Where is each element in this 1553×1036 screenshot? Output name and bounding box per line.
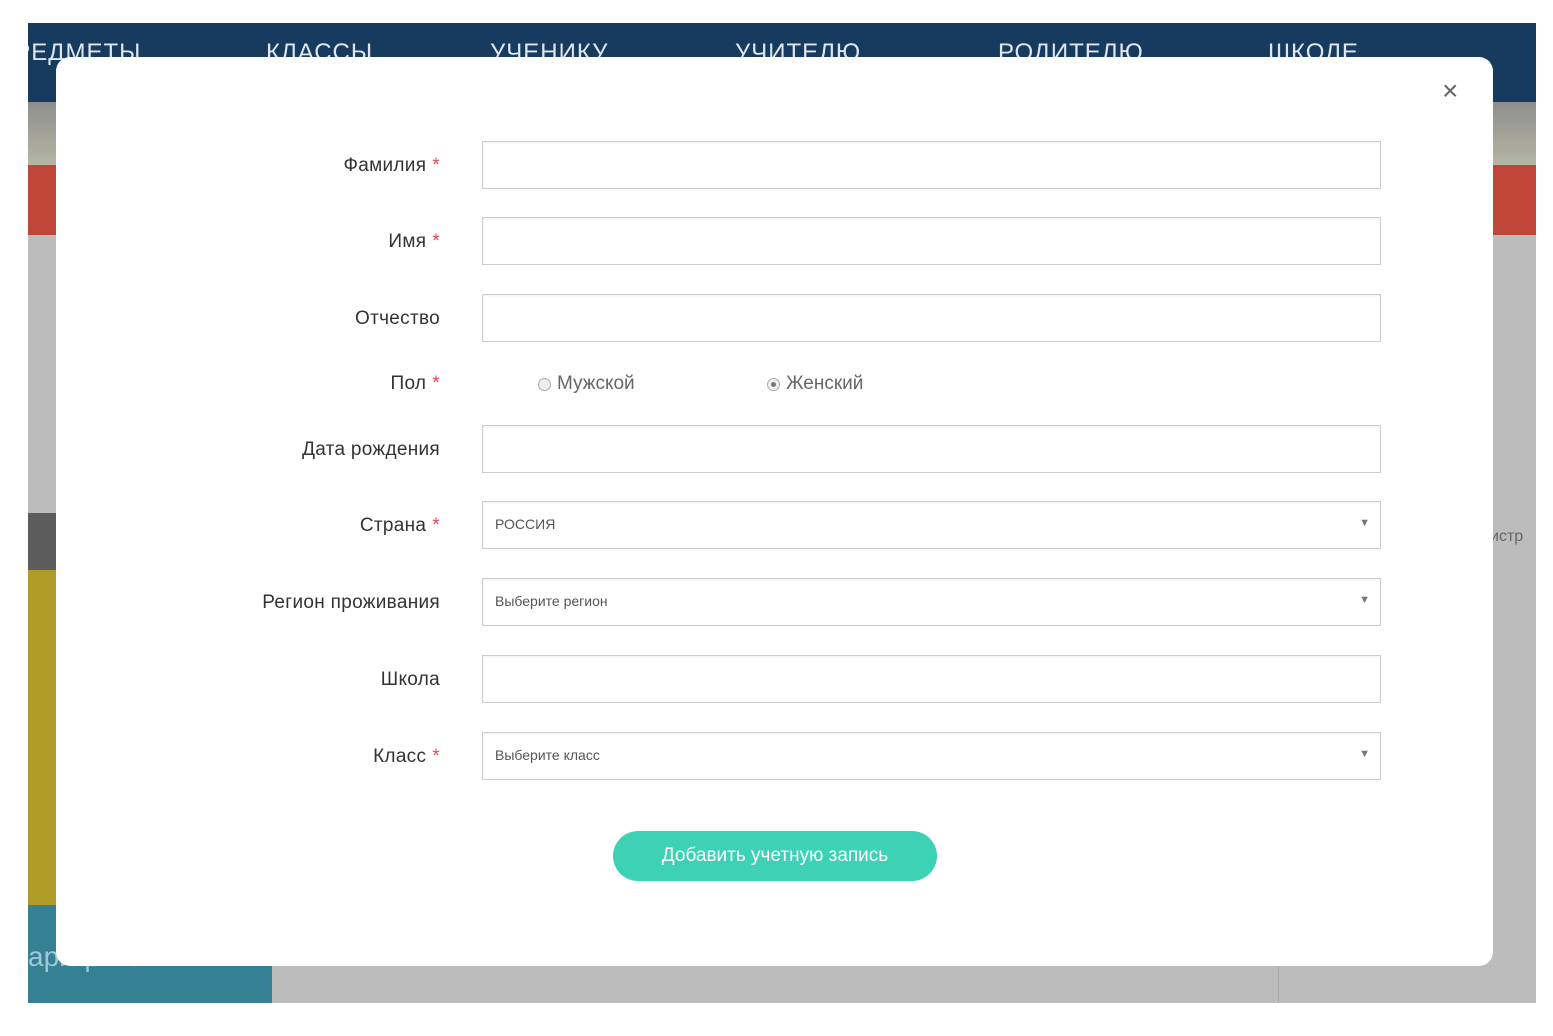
patronymic-row: Отчество xyxy=(56,294,1493,344)
patronymic-input[interactable] xyxy=(482,294,1381,342)
school-label: Школа xyxy=(380,669,440,690)
radio-checked-icon[interactable] xyxy=(767,377,780,391)
side-text: истр xyxy=(1490,528,1524,545)
close-icon[interactable]: × xyxy=(1442,77,1458,105)
gender-female-radio[interactable]: Женский xyxy=(767,373,863,395)
region-label: Регион проживания xyxy=(262,592,440,613)
name-row: Имя * xyxy=(56,217,1493,267)
chevron-down-icon: ▼ xyxy=(1359,748,1370,760)
gender-row: Пол * Мужской Женский xyxy=(56,359,1493,409)
grade-row: Класс * Выберите класс ▼ xyxy=(56,732,1493,782)
school-input[interactable] xyxy=(482,655,1381,703)
region-row: Регион проживания Выберите регион ▼ xyxy=(56,578,1493,628)
grade-select[interactable]: Выберите класс ▼ xyxy=(482,732,1381,780)
patronymic-label: Отчество xyxy=(355,308,440,329)
add-account-button[interactable]: Добавить учетную запись xyxy=(613,831,937,881)
birthdate-row: Дата рождения xyxy=(56,425,1493,475)
grade-label: Класс * xyxy=(373,746,440,767)
name-input[interactable] xyxy=(482,217,1381,265)
name-label: Имя * xyxy=(388,231,440,252)
chevron-down-icon: ▼ xyxy=(1359,594,1370,606)
gender-male-radio[interactable]: Мужской xyxy=(538,373,635,395)
region-select[interactable]: Выберите регион ▼ xyxy=(482,578,1381,626)
birthdate-input[interactable] xyxy=(482,425,1381,473)
gender-label: Пол * xyxy=(390,373,440,394)
country-select[interactable]: РОССИЯ ▼ xyxy=(482,501,1381,549)
chevron-down-icon: ▼ xyxy=(1359,517,1370,529)
country-row: Страна * РОССИЯ ▼ xyxy=(56,501,1493,551)
surname-label: Фамилия * xyxy=(343,155,440,176)
surname-input[interactable] xyxy=(482,141,1381,189)
birthdate-label: Дата рождения xyxy=(302,439,440,460)
country-label: Страна * xyxy=(359,515,440,536)
radio-icon[interactable] xyxy=(538,377,551,391)
add-account-modal: × Фамилия * Имя * Отчество Пол * Мужской Же… xyxy=(56,57,1493,966)
school-row: Школа xyxy=(56,655,1493,705)
surname-row: Фамилия * xyxy=(56,141,1493,191)
